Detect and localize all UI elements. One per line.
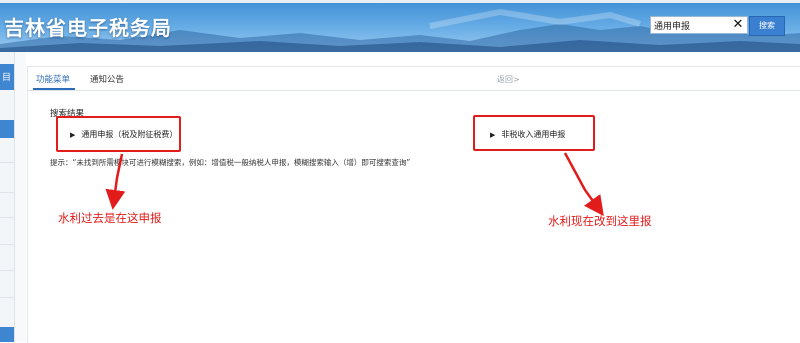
tab-function-menu[interactable]: 功能菜单 [36, 73, 70, 85]
annotation-box-right [473, 115, 595, 151]
content-gutter [15, 52, 26, 342]
annotation-box-left [56, 116, 181, 152]
back-link[interactable]: 返回> [497, 74, 520, 85]
left-sidebar [0, 52, 15, 342]
search-tip: 提示：“未找到所需模块可进行模糊搜索，例如：增值税一般纳税人申报，模糊搜索输入（… [50, 158, 411, 167]
site-title: 吉林省电子税务局 [4, 16, 172, 40]
annotation-note-left: 水利过去是在这申报 [58, 211, 162, 225]
tab-notices[interactable]: 通知公告 [90, 73, 124, 85]
main-panel [27, 66, 800, 343]
sidebar-divider [0, 297, 14, 298]
sidebar-divider [0, 244, 14, 245]
sidebar-divider [0, 217, 14, 218]
search-button[interactable]: 搜索 [749, 16, 785, 36]
search-input[interactable] [651, 17, 730, 33]
header-banner: 吉林省电子税务局 ✕ 搜索 [0, 0, 800, 52]
active-tab-indicator [33, 88, 75, 90]
sidebar-item-active[interactable] [0, 120, 14, 138]
annotation-note-right: 水利现在改到这里报 [548, 214, 652, 228]
top-strip [0, 0, 800, 3]
sidebar-divider [0, 270, 14, 271]
tabs-bar [27, 66, 800, 91]
close-icon[interactable]: ✕ [731, 17, 745, 33]
sidebar-tab-label: 目 [2, 73, 12, 83]
sidebar-divider [0, 162, 14, 163]
sidebar-divider [0, 192, 14, 193]
sidebar-item-bottom[interactable] [0, 327, 14, 342]
search-box: ✕ [650, 16, 748, 34]
